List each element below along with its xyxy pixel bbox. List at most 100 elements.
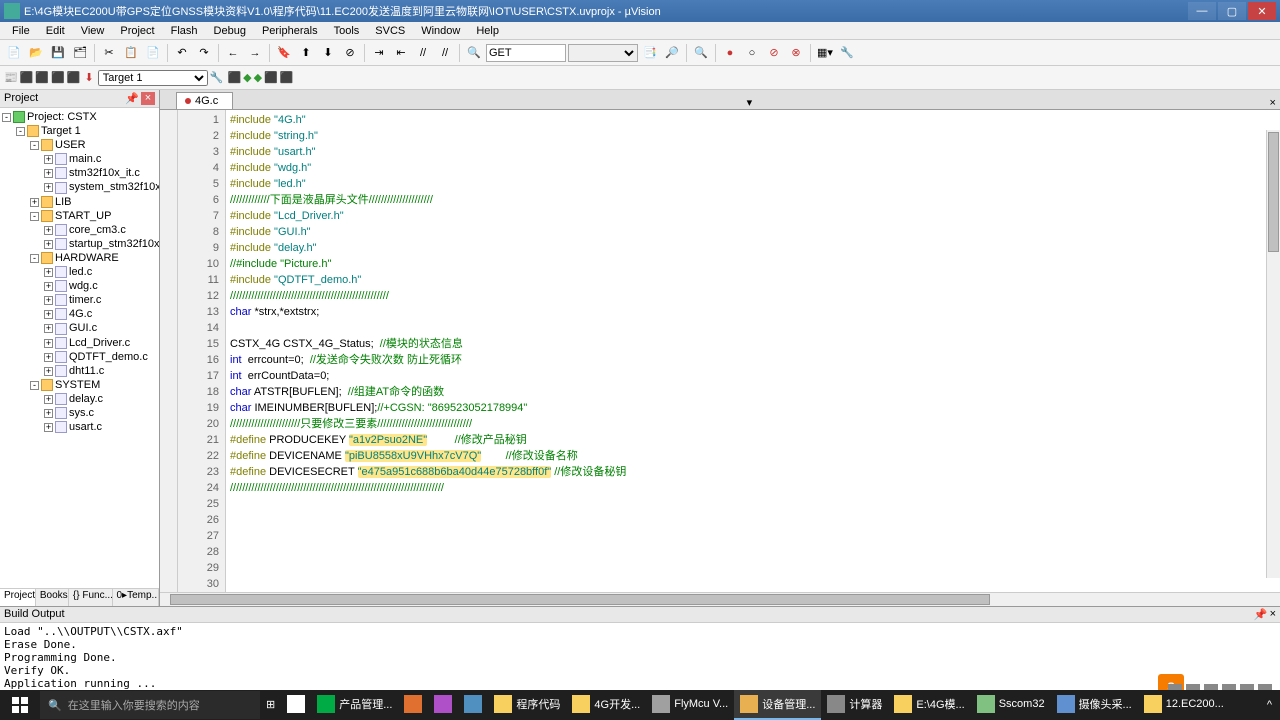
undo-button[interactable]: ↶ [172, 43, 192, 63]
tree-node[interactable]: +wdg.c [2, 279, 157, 293]
bookmark-next-button[interactable]: ⬇ [318, 43, 338, 63]
redo-button[interactable]: ↷ [194, 43, 214, 63]
find-icon[interactable]: 🔍 [464, 43, 484, 63]
save-all-button[interactable]: 🗂 [70, 43, 90, 63]
tree-node[interactable]: +led.c [2, 265, 157, 279]
expand-icon[interactable]: + [44, 310, 53, 319]
cut-button[interactable]: ✂ [99, 43, 119, 63]
window-button[interactable]: ▦▾ [815, 43, 835, 63]
menu-file[interactable]: File [4, 23, 38, 39]
tree-node[interactable]: -Target 1 [2, 124, 157, 138]
expand-icon[interactable]: + [44, 395, 53, 404]
comment-button[interactable]: // [413, 43, 433, 63]
taskbar-item[interactable] [428, 690, 458, 720]
tree-node[interactable]: +QDTFT_demo.c [2, 350, 157, 364]
menu-view[interactable]: View [73, 23, 113, 39]
uncomment-button[interactable]: // [435, 43, 455, 63]
editor-tab-4g[interactable]: 4G.c [176, 92, 233, 109]
manage-button[interactable]: ⬛ [227, 71, 241, 84]
tree-node[interactable]: -SYSTEM [2, 378, 157, 392]
panel-close-button[interactable]: × [141, 92, 155, 105]
expand-icon[interactable]: - [30, 212, 39, 221]
menu-tools[interactable]: Tools [326, 23, 368, 39]
expand-icon[interactable]: + [44, 268, 53, 277]
expand-icon[interactable]: + [44, 367, 53, 376]
select-packs-button[interactable]: ◆ [243, 71, 251, 84]
paste-button[interactable]: 📄 [143, 43, 163, 63]
bookmark-button[interactable]: 🔖 [274, 43, 294, 63]
bp-kill-all-button[interactable]: ⊗ [786, 43, 806, 63]
build-output-content[interactable]: Load "..\\OUTPUT\\CSTX.axf" Erase Done. … [0, 623, 1280, 694]
download-button[interactable]: ⬇ [85, 71, 94, 84]
menu-debug[interactable]: Debug [206, 23, 254, 39]
build-pin-icon[interactable]: 📌 [1254, 608, 1268, 621]
tray-up-icon[interactable]: ^ [1267, 699, 1272, 711]
breakpoint-button[interactable]: ● [720, 43, 740, 63]
menu-project[interactable]: Project [112, 23, 162, 39]
configure-button[interactable]: 🔧 [837, 43, 857, 63]
menu-edit[interactable]: Edit [38, 23, 73, 39]
system-tray[interactable]: ^ [1259, 699, 1280, 711]
expand-icon[interactable]: + [44, 423, 53, 432]
expand-icon[interactable]: + [44, 282, 53, 291]
bookmark-clear-button[interactable]: ⊘ [340, 43, 360, 63]
build-close-button[interactable]: × [1270, 608, 1276, 621]
taskbar-item[interactable]: 程序代码 [488, 690, 566, 720]
close-button[interactable]: ✕ [1248, 2, 1276, 20]
taskbar-item[interactable]: 计算器 [821, 690, 888, 720]
debug-button[interactable]: 🔍 [691, 43, 711, 63]
taskbar-item[interactable]: 12.EC200... [1138, 690, 1230, 720]
menu-svcs[interactable]: SVCS [367, 23, 413, 39]
outdent-button[interactable]: ⇤ [391, 43, 411, 63]
incremental-find-button[interactable]: 🔎 [662, 43, 682, 63]
expand-icon[interactable]: + [44, 324, 53, 333]
menu-window[interactable]: Window [413, 23, 468, 39]
expand-icon[interactable]: + [44, 296, 53, 305]
build-button[interactable]: ⬛ [20, 71, 34, 84]
expand-icon[interactable]: + [44, 155, 53, 164]
expand-icon[interactable]: + [44, 226, 53, 235]
batch-build-button[interactable]: ⬛ [51, 71, 65, 84]
tree-node[interactable]: -USER [2, 138, 157, 152]
rebuild-button[interactable]: ⬛ [35, 71, 49, 84]
tree-node[interactable]: +Lcd_Driver.c [2, 336, 157, 350]
hscroll-thumb[interactable] [170, 594, 990, 605]
tree-node[interactable]: +dht11.c [2, 364, 157, 378]
tree-node[interactable]: +usart.c [2, 420, 157, 434]
vscroll-thumb[interactable] [1268, 132, 1279, 252]
task-view-button[interactable]: ⊞ [260, 690, 281, 720]
maximize-button[interactable]: ▢ [1218, 2, 1246, 20]
tree-node[interactable]: +4G.c [2, 307, 157, 321]
expand-icon[interactable]: + [44, 353, 53, 362]
find-in-files-button[interactable]: 📑 [640, 43, 660, 63]
taskbar-search[interactable]: 🔍 在这里输入你要搜索的内容 [40, 691, 260, 719]
code-content[interactable]: #include "4G.h"#include "string.h"#inclu… [226, 110, 1280, 592]
start-button[interactable] [0, 690, 40, 720]
find-input[interactable] [486, 44, 566, 62]
expand-icon[interactable]: + [44, 169, 53, 178]
menu-help[interactable]: Help [468, 23, 507, 39]
expand-icon[interactable]: - [30, 254, 39, 263]
nav-back-button[interactable]: ← [223, 43, 243, 63]
taskbar-item[interactable]: 产品管理... [311, 690, 398, 720]
tree-node[interactable]: +LIB [2, 195, 157, 209]
menu-flash[interactable]: Flash [163, 23, 206, 39]
expand-icon[interactable]: - [2, 113, 11, 122]
expand-icon[interactable]: - [30, 381, 39, 390]
bp-kill-button[interactable]: ⊘ [764, 43, 784, 63]
taskbar-item[interactable]: 摄像头采... [1051, 690, 1138, 720]
options-button[interactable]: 🔧 [210, 71, 224, 84]
expand-icon[interactable]: - [16, 127, 25, 136]
bookmark-prev-button[interactable]: ⬆ [296, 43, 316, 63]
horizontal-scrollbar[interactable] [160, 592, 1280, 606]
code-editor[interactable]: 1234567891011121314151617181920212223242… [160, 110, 1280, 592]
bp-disable-button[interactable]: ○ [742, 43, 762, 63]
copy-button[interactable]: 📋 [121, 43, 141, 63]
tree-node[interactable]: +main.c [2, 152, 157, 166]
find-select[interactable] [568, 44, 638, 62]
expand-icon[interactable]: + [44, 183, 53, 192]
side-tab[interactable]: {} Func... [69, 589, 113, 606]
expand-icon[interactable]: + [44, 339, 53, 348]
expand-icon[interactable]: - [30, 141, 39, 150]
tree-node[interactable]: +timer.c [2, 293, 157, 307]
